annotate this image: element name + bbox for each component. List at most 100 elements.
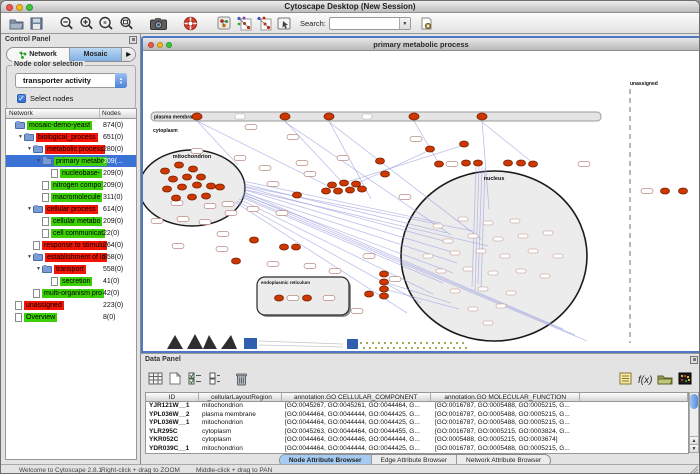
tree-row-label[interactable]: cellular process [45,205,98,214]
graph-node-labeled[interactable] [304,264,316,269]
graph-node-labeled[interactable] [296,161,308,166]
graph-node-small[interactable] [553,254,563,258]
snapshot-icon[interactable] [148,14,168,32]
graph-node-red[interactable] [280,244,289,250]
tree-row-unassigned[interactable]: unassigned223(0) [6,299,136,311]
search-dropdown-arrow[interactable]: ▼ [399,18,410,29]
membrane-chip[interactable] [362,114,372,119]
graph-node-red[interactable] [380,279,389,285]
graph-node-labeled[interactable] [351,309,363,314]
graph-node-labeled[interactable] [225,211,237,216]
graph-node-labeled[interactable] [446,162,458,167]
tree-row-primary-metabo[interactable]: ▼primary metabo209(... [6,155,136,167]
graph-node-small[interactable] [516,269,526,273]
tree-row-nucleobase-[interactable]: nucleobase-209(0) [6,167,136,179]
graph-node-red[interactable] [376,158,385,164]
search-input[interactable]: ▼ [329,17,411,30]
graph-node-labeled[interactable] [204,204,216,209]
annotation-icon[interactable] [274,14,294,32]
table-row-YLR295C[interactable]: YLR295Ccytoplasm[GO:0045263, GO:0044464,… [146,428,688,437]
graph-node-red[interactable] [197,174,206,180]
new-attribute-icon[interactable] [165,370,185,388]
tree-row-establishment-of-lo[interactable]: ▼establishment of lo558(0) [6,251,136,263]
tree-expand-arrow[interactable]: ▼ [35,266,42,272]
layout-edges-icon[interactable] [254,14,274,32]
graph-node-labeled[interactable] [267,182,279,187]
resize-grip[interactable] [688,464,698,474]
tree-row-label[interactable]: cell communicat [51,229,105,238]
zoom-fit-icon[interactable] [116,14,136,32]
zoom-selected-icon[interactable] [96,14,116,32]
column-header-3[interactable]: annotation.GO MOLECULAR_FUNCTION [431,393,580,401]
graph-node-small[interactable] [450,289,460,293]
zoom-in-icon[interactable] [76,14,96,32]
network-window-titlebar[interactable]: primary metabolic process [143,38,699,51]
graph-node-red[interactable] [161,168,170,174]
tree-row-label[interactable]: cellular metabo [51,217,102,226]
table-row-YKR052C[interactable]: YKR052Ccytoplasm[GO:0044464, GO:0044446,… [146,436,688,445]
graph-node-red[interactable] [426,146,435,152]
tree-row-label[interactable]: macromolecule [51,193,102,202]
function-builder-icon[interactable]: f(x) [635,370,655,388]
graph-node-red[interactable] [280,113,290,120]
import-attributes-icon[interactable] [655,370,675,388]
tree-row-label[interactable]: multi-organism pro [42,289,104,298]
graph-node-small[interactable] [540,274,550,278]
graph-node-red[interactable] [358,186,367,192]
graph-node-small[interactable] [478,287,488,291]
graph-node-red[interactable] [175,162,184,168]
graph-node-red[interactable] [202,193,211,199]
graph-node-red[interactable] [346,187,355,193]
table-row-YJR121W__1[interactable]: YJR121W__1mitochondrion[GO:0045267, GO:0… [146,402,688,411]
table-row-YDR039C__1[interactable]: YDR039C__1mitochondrion[GO:0044464, GO:0… [146,445,688,454]
scroll-up-arrow[interactable]: ▲ [690,436,698,444]
graph-node-labeled[interactable] [234,156,246,161]
graph-node-red[interactable] [679,188,688,194]
select-attributes-icon[interactable] [185,370,205,388]
graph-node-small[interactable] [483,221,493,225]
scrollbar-thumb[interactable] [690,394,698,409]
graph-node-small[interactable] [443,239,453,243]
table-scrollbar[interactable]: ▲ ▼ [689,392,699,453]
graph-node-red[interactable] [324,113,334,120]
graph-node-small[interactable] [450,251,460,255]
tree-row-nitrogen-compo[interactable]: nitrogen compo209(0) [6,179,136,191]
graph-node-labeled[interactable] [199,220,211,225]
graph-node-red[interactable] [462,160,471,166]
tree-row-cellular-process[interactable]: ▼cellular process614(0) [6,203,136,215]
graph-node-labeled[interactable] [287,135,299,140]
graph-node-red[interactable] [381,171,390,177]
tree-row-transport[interactable]: ▼transport558(0) [6,263,136,275]
float-panel-icon[interactable] [129,36,137,44]
graph-node-labeled[interactable] [177,217,189,222]
tree-row-cell-communicat[interactable]: cell communicat22(0) [6,227,136,239]
graph-node-red[interactable] [193,182,202,188]
graph-node-small[interactable] [483,321,493,325]
graph-node-red[interactable] [189,166,198,172]
data-panel-float-icon[interactable] [690,356,698,364]
tree-row-label[interactable]: secretion [60,277,92,286]
tree-row-label[interactable]: nitrogen compo [51,181,103,190]
tree-expand-arrow[interactable]: ▼ [17,134,24,140]
graph-node-red[interactable] [435,161,444,167]
graph-node-red[interactable] [216,184,225,190]
graph-node-small[interactable] [458,217,468,221]
save-icon[interactable] [26,14,46,32]
graph-node-small[interactable] [436,269,446,273]
delete-attribute-icon[interactable] [231,370,251,388]
graph-node-small[interactable] [463,267,473,271]
graph-node-small[interactable] [510,219,520,223]
graph-node-small[interactable] [518,234,528,238]
tree-row-metabolic-process[interactable]: ▼metabolic process280(0) [6,143,136,155]
graph-node-small[interactable] [433,224,443,228]
graph-node-labeled[interactable] [337,156,349,161]
open-icon[interactable] [6,14,26,32]
tree-expand-arrow[interactable]: ▼ [35,158,42,164]
graph-node-red[interactable] [365,291,374,297]
unselect-attributes-icon[interactable] [205,370,225,388]
graph-node-labeled[interactable] [191,149,203,154]
column-header-1[interactable]: _cellularLayoutRegion [199,393,282,401]
search-config-icon[interactable] [417,14,437,32]
graph-node-labeled[interactable] [641,189,653,194]
tab-overflow-arrow[interactable]: ▶ [122,48,135,61]
